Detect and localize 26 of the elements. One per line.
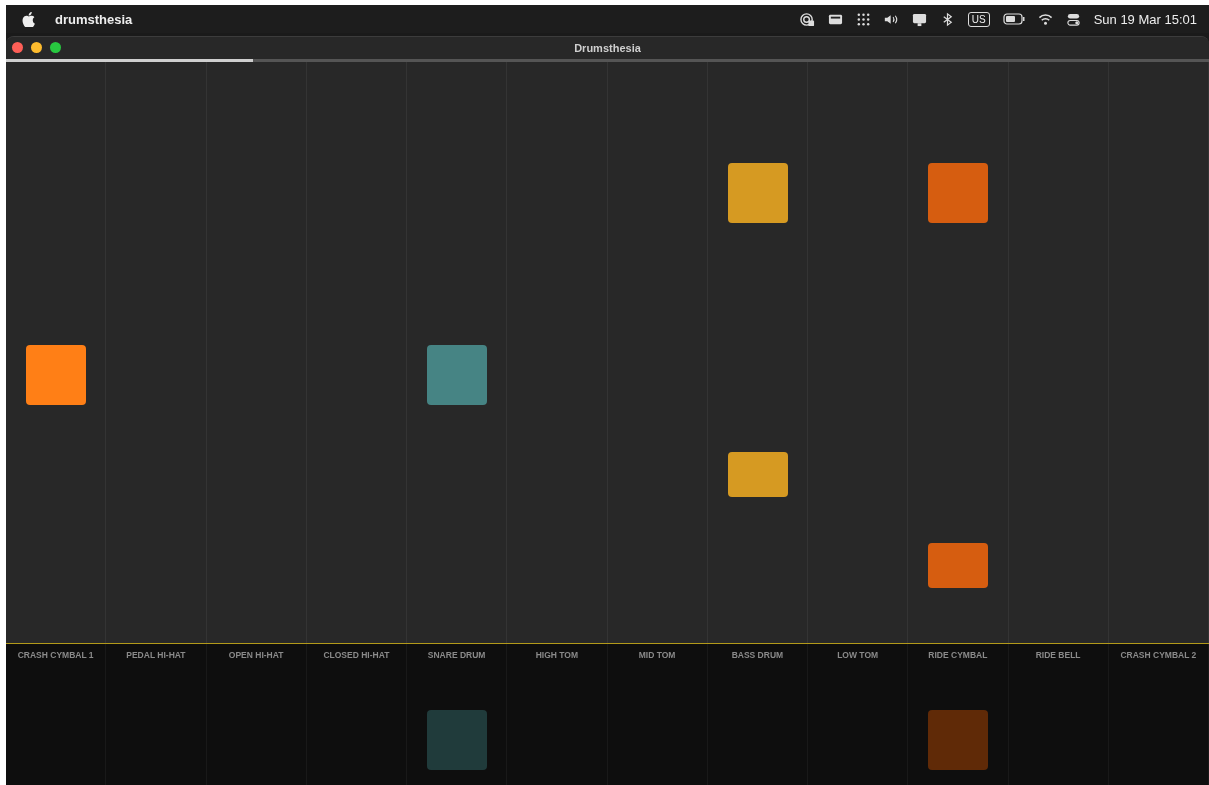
grid-icon[interactable] bbox=[855, 11, 871, 27]
battery-icon[interactable] bbox=[1002, 13, 1025, 25]
lane-label: RIDE CYMBAL bbox=[928, 650, 988, 660]
status-icon[interactable] bbox=[799, 11, 815, 27]
lane-label: OPEN HI-HAT bbox=[228, 650, 284, 660]
clock[interactable]: Sun 19 Mar 15:01 bbox=[1093, 11, 1197, 27]
lane-label: CLOSED HI-HAT bbox=[323, 650, 390, 660]
lane-label: PEDAL HI-HAT bbox=[126, 650, 186, 660]
lane-label: LOW TOM bbox=[837, 650, 879, 660]
apple-icon[interactable] bbox=[22, 11, 35, 27]
lane-label: CRASH CYMBAL 1 bbox=[17, 650, 94, 660]
window-title: Drumsthesia bbox=[574, 42, 641, 54]
app-menu[interactable]: drumsthesia bbox=[55, 11, 133, 27]
lane-label: CRASH CYMBAL 2 bbox=[1120, 650, 1197, 660]
lane-label: BASS DRUM bbox=[731, 650, 784, 660]
display-icon[interactable] bbox=[911, 11, 927, 27]
lane-label: SNARE DRUM bbox=[427, 650, 486, 660]
lane-label: HIGH TOM bbox=[535, 650, 579, 660]
zoom-button[interactable] bbox=[50, 42, 61, 53]
control-center-icon[interactable] bbox=[1065, 11, 1081, 27]
minimize-button[interactable] bbox=[31, 42, 42, 53]
lane-label: RIDE BELL bbox=[1035, 650, 1081, 660]
wifi-icon[interactable] bbox=[1037, 11, 1053, 27]
keyboard-layout[interactable]: US bbox=[967, 11, 990, 27]
close-button[interactable] bbox=[12, 42, 23, 53]
lane-label: MID TOM bbox=[638, 650, 676, 660]
